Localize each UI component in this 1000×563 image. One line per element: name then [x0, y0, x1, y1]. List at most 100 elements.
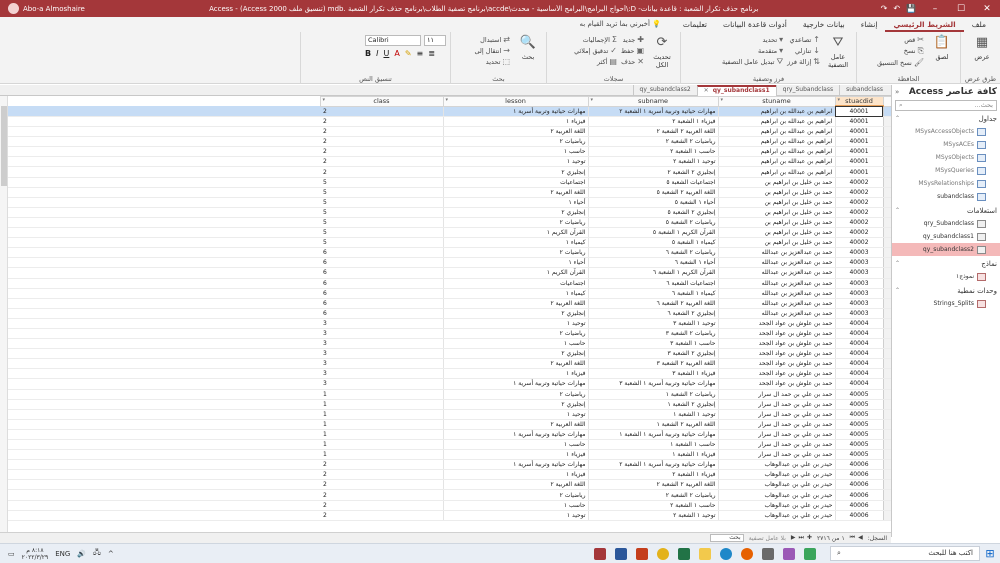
cell-subname[interactable]: توحيد ١ الشعبة ٢ — [588, 156, 719, 168]
row-selector[interactable] — [882, 459, 891, 471]
save-record-button[interactable]: ▣ حفظ — [621, 46, 644, 55]
table-row[interactable]: 40005 حمد بن علي بن حمد ال سرار حاسب ١ الش… — [0, 439, 891, 451]
row-selector[interactable] — [882, 318, 891, 329]
cell-lesson[interactable]: فيزياء ١ — [443, 368, 589, 380]
row-selector[interactable] — [882, 479, 891, 491]
new-record-button[interactable]: ✚ جديد — [621, 35, 644, 44]
row-selector[interactable] — [882, 469, 891, 481]
cell-class[interactable]: 2 — [320, 146, 444, 158]
row-selector[interactable] — [882, 237, 891, 249]
cell-lesson[interactable]: اللغة العربية ٢ — [443, 419, 589, 430]
row-selector[interactable] — [882, 500, 891, 511]
nav-item-table[interactable]: MSysQueries — [892, 164, 1000, 177]
windows-start-icon[interactable]: ⊞ — [980, 547, 1000, 560]
table-row[interactable]: 40006 حيدر بن علي بن عبدالوهاب فيزياء ١ ال… — [0, 469, 891, 481]
align-left-icon[interactable]: ≡ — [417, 49, 424, 58]
cell-class[interactable]: 5 — [320, 227, 444, 239]
goto-button[interactable]: → انتقال إلى — [474, 46, 510, 55]
table-row[interactable]: 40001 ابراهيم بن عبدالله بن ابراهيم حاسب ١… — [0, 146, 891, 158]
cell-lesson[interactable]: فيزياء ١ — [443, 449, 589, 461]
chevron-down-icon[interactable]: ▾ — [323, 97, 326, 103]
word-app-icon[interactable] — [615, 547, 627, 560]
table-row[interactable]: 40003 حمد بن عبدالعزيز بن عبدالله اجتماعيا… — [0, 278, 891, 289]
highlight-icon[interactable]: ✎ — [405, 49, 412, 58]
cell-stuacdid[interactable]: 40005 — [835, 439, 884, 451]
font-size-select[interactable]: ١١ — [424, 35, 446, 46]
cell-subname[interactable]: حاسب ١ الشعبة ٣ — [588, 338, 719, 350]
table-row[interactable]: 40003 حمد بن عبدالعزيز بن عبدالله رياضيات … — [0, 247, 891, 259]
replace-button[interactable]: ⇄ استبدال — [474, 35, 510, 44]
previous-record-icon[interactable]: ◀ — [858, 534, 863, 542]
cell-lesson[interactable]: توحيد ١ — [443, 156, 589, 168]
cell-stuname[interactable]: حمد بن خليل بن ابراهيم بن — [718, 207, 836, 218]
edge-app-icon[interactable] — [720, 547, 732, 560]
cell-lesson[interactable]: اللغة العربية ٢ — [443, 187, 589, 198]
new-record-icon[interactable]: ✚ — [807, 534, 812, 542]
cell-stuname[interactable]: حيدر بن علي بن عبدالوهاب — [718, 489, 836, 501]
nav-item-query[interactable]: qy_subandclass2 — [892, 243, 1000, 256]
cell-stuname[interactable]: حمد بن عبدالعزيز بن عبدالله — [718, 257, 836, 269]
cell-subname[interactable]: إنجليزي ٢ الشعبة ٢ — [588, 166, 719, 178]
cell-stuacdid[interactable]: 40006 — [835, 510, 884, 521]
table-row[interactable]: 40002 حمد بن خليل بن ابراهيم بن كيمياء ١ ا… — [0, 237, 891, 249]
row-selector[interactable] — [882, 429, 891, 441]
cell-stuacdid[interactable]: 40003 — [835, 308, 884, 319]
cell-lesson[interactable]: حاسب ١ — [443, 500, 589, 511]
table-row[interactable]: 40004 حمد بن علوش بن عواد الجحد فيزياء ١ ا… — [0, 368, 891, 380]
cell-lesson[interactable]: حاسب ١ — [443, 338, 589, 350]
cell-class[interactable]: 3 — [320, 328, 444, 340]
filter-status[interactable]: بلا عامل تصفية — [749, 535, 786, 542]
cell-lesson[interactable]: رياضيات ٢ — [443, 389, 589, 400]
cell-stuname[interactable]: حيدر بن علي بن عبدالوهاب — [718, 459, 836, 471]
row-selector[interactable] — [882, 328, 891, 340]
cell-class[interactable]: 6 — [320, 247, 444, 259]
row-selector[interactable] — [882, 308, 891, 319]
row-selector[interactable] — [882, 288, 891, 299]
cell-stuname[interactable]: حيدر بن علي بن عبدالوهاب — [718, 479, 836, 491]
table-row[interactable]: 40004 حمد بن علوش بن عواد الجحد رياضيات ٢ … — [0, 328, 891, 340]
cell-subname[interactable]: حاسب ١ الشعبة ٢ — [588, 500, 719, 511]
cell-stuacdid[interactable]: 40002 — [835, 217, 884, 229]
vertical-scrollbar[interactable] — [0, 96, 8, 532]
cell-class[interactable]: 6 — [320, 267, 444, 279]
cell-lesson[interactable]: كيمياء ١ — [443, 237, 589, 249]
row-selector[interactable] — [882, 409, 891, 420]
cell-class[interactable]: 3 — [320, 368, 444, 380]
table-row[interactable]: 40004 حمد بن علوش بن عواد الجحد مهارات حيا… — [0, 378, 891, 390]
cell-lesson[interactable]: اللغة العربية ٢ — [443, 126, 589, 138]
row-selector[interactable] — [882, 348, 891, 360]
cell-class[interactable]: 1 — [320, 399, 444, 410]
cell-class[interactable]: 1 — [320, 439, 444, 451]
access-app-icon[interactable] — [594, 547, 606, 560]
table-row[interactable]: 40001 ابراهيم بن عبدالله بن ابراهيم فيزياء… — [0, 116, 891, 128]
cell-stuname[interactable]: حمد بن عبدالعزيز بن عبدالله — [718, 308, 836, 319]
totals-button[interactable]: Σ الإجماليات — [574, 35, 617, 44]
align-center-icon[interactable]: ≣ — [428, 49, 435, 58]
cell-lesson[interactable]: مهارات حياتية وتربية أسرية ١ — [443, 429, 589, 441]
cell-stuname[interactable]: حمد بن خليل بن ابراهيم بن — [718, 177, 836, 188]
cell-class[interactable]: 2 — [320, 106, 444, 117]
delete-record-button[interactable]: ✕ حذف — [621, 57, 644, 66]
tab-help[interactable]: تعليمات — [675, 18, 715, 32]
cell-stuname[interactable]: حمد بن عبدالعزيز بن عبدالله — [718, 288, 836, 299]
cell-subname[interactable]: اجتماعيات الشعبة ٦ — [588, 278, 719, 289]
nav-section-header[interactable]: وحدات نمطية ⌃ — [892, 285, 1000, 297]
collapse-pane-icon[interactable]: « — [895, 88, 899, 96]
row-selector[interactable] — [882, 247, 891, 259]
cell-stuacdid[interactable]: 40004 — [835, 358, 884, 370]
cell-lesson[interactable]: مهارات حياتية وتربية أسرية ١ — [443, 106, 589, 117]
powerpoint-app-icon[interactable] — [636, 547, 648, 560]
format-painter-button[interactable]: 🖌 نسخ التنسيق — [877, 58, 924, 67]
cell-stuname[interactable]: ابراهيم بن عبدالله بن ابراهيم — [718, 156, 836, 168]
cell-stuacdid[interactable]: 40005 — [835, 419, 884, 430]
cell-stuname[interactable]: حمد بن خليل بن ابراهيم بن — [718, 227, 836, 239]
cell-class[interactable]: 1 — [320, 449, 444, 461]
cell-subname[interactable]: رياضيات ٢ الشعبة ٣ — [588, 328, 719, 340]
cell-lesson[interactable]: القرآن الكريم ١ — [443, 227, 589, 239]
cell-lesson[interactable]: القرآن الكريم ١ — [443, 267, 589, 279]
cell-subname[interactable]: إنجليزي ٢ الشعبة ٣ — [588, 348, 719, 360]
app-icon[interactable] — [804, 547, 816, 560]
cell-lesson[interactable]: حاسب ١ — [443, 439, 589, 451]
cell-lesson[interactable]: اجتماعيات — [443, 278, 589, 289]
cell-stuacdid[interactable]: 40001 — [835, 156, 884, 168]
